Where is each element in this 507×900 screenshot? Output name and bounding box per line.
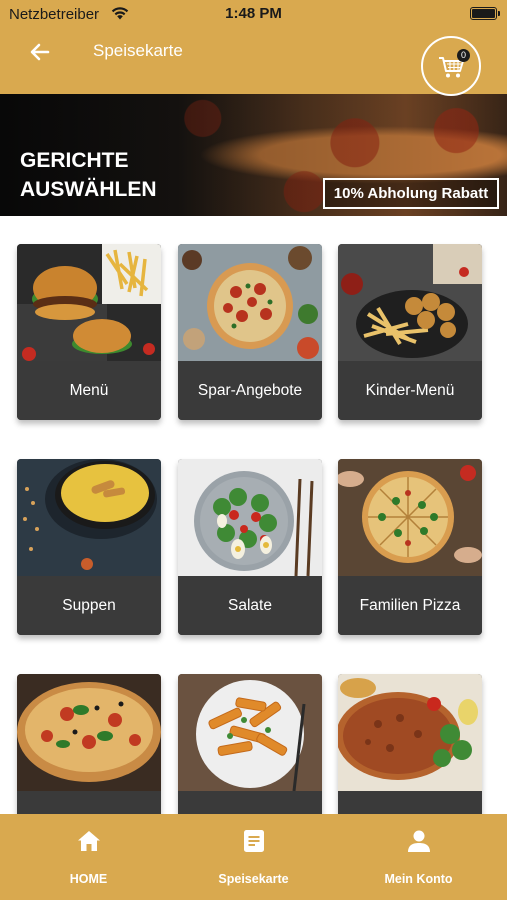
battery-icon	[470, 7, 500, 20]
soup-bowl-photo	[17, 459, 161, 576]
category-card-pasta[interactable]	[178, 674, 322, 814]
menu-document-icon	[244, 830, 264, 852]
tab-label: HOME	[69, 872, 108, 886]
pasta-photo	[178, 674, 322, 791]
nuggets-fries-photo	[338, 244, 482, 361]
back-arrow-icon[interactable]	[26, 38, 54, 66]
category-label: Kinder-Menü	[338, 361, 482, 420]
category-label	[338, 791, 482, 814]
salad-plate-photo	[178, 459, 322, 576]
banner-heading: GERICHTE AUSWÄHLEN	[20, 149, 157, 201]
cart-count-badge: 0	[457, 49, 470, 62]
category-label: Salate	[178, 576, 322, 635]
category-label: Suppen	[17, 576, 161, 635]
lahmacun-photo	[338, 674, 482, 791]
nav-bar: Speisekarte 0	[0, 28, 507, 96]
category-card-lahmacun[interactable]	[338, 674, 482, 814]
burger-fries-photo	[17, 244, 161, 361]
tab-bar: HOME Speisekarte Mein Konto	[0, 814, 507, 900]
category-label: Familien Pizza	[338, 576, 482, 635]
tab-label: Speisekarte	[218, 872, 289, 886]
tab-speisekarte[interactable]: Speisekarte	[169, 814, 338, 900]
clock: 1:48 PM	[225, 5, 282, 22]
category-card-spar-angebote[interactable]: Spar-Angebote	[178, 244, 322, 420]
category-card-salate[interactable]: Salate	[178, 459, 322, 635]
promo-badge: 10% Abholung Rabatt	[323, 178, 499, 209]
category-card-menu[interactable]: Menü	[17, 244, 161, 420]
family-pizza-photo	[338, 459, 482, 576]
tab-label: Mein Konto	[384, 872, 453, 886]
user-icon	[408, 830, 430, 852]
category-label	[178, 791, 322, 814]
category-label: Spar-Angebote	[178, 361, 322, 420]
tab-home[interactable]: HOME	[4, 814, 173, 900]
category-label	[17, 791, 161, 814]
page-title: Speisekarte	[93, 41, 183, 60]
category-card-pizza[interactable]	[17, 674, 161, 814]
category-card-kinder-menu[interactable]: Kinder-Menü	[338, 244, 482, 420]
category-label: Menü	[17, 361, 161, 420]
banner-pizza-image: GERICHTE AUSWÄHLEN 10% Abholung Rabatt	[0, 94, 507, 216]
pizza-photo	[17, 674, 161, 791]
cart-button[interactable]: 0	[421, 36, 481, 96]
category-card-suppen[interactable]: Suppen	[17, 459, 161, 635]
status-bar: Netzbetreiber 1:48 PM	[0, 0, 507, 28]
pizza-table-photo	[178, 244, 322, 361]
category-card-familien-pizza[interactable]: Familien Pizza	[338, 459, 482, 635]
home-icon	[78, 831, 100, 851]
category-grid: Menü Spar-Angebote Kinder-Menü Suppen Sa…	[0, 216, 507, 814]
tab-mein-konto[interactable]: Mein Konto	[334, 814, 503, 900]
